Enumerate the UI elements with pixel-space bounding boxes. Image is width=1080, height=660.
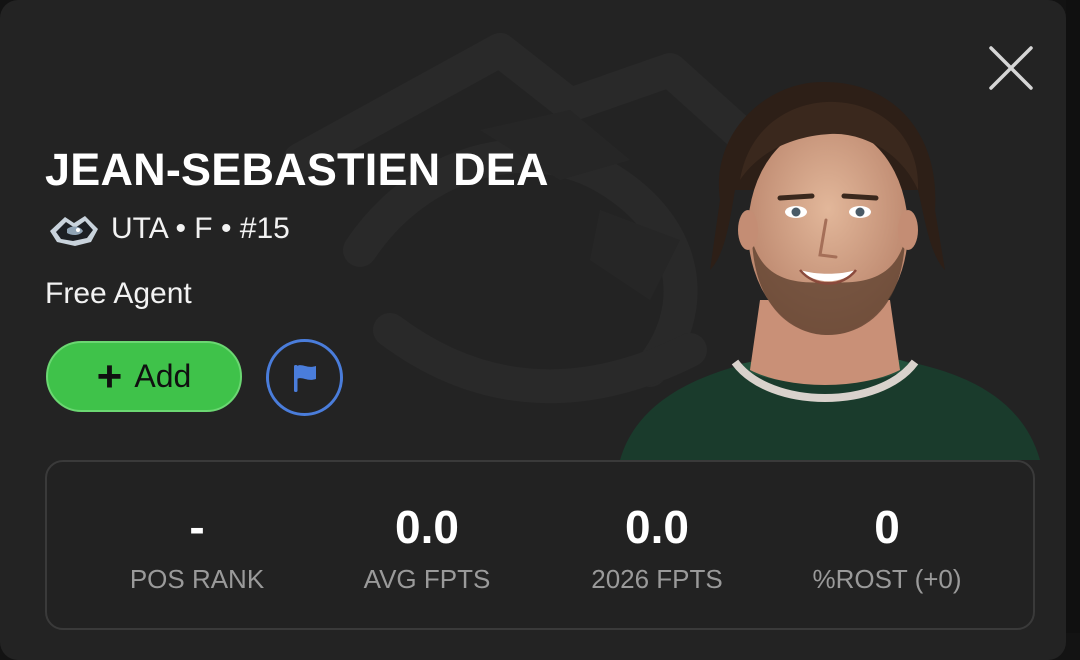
stat-label: 2026 FPTS bbox=[591, 564, 723, 594]
player-headshot bbox=[620, 81, 1040, 460]
add-button-label: Add bbox=[134, 358, 192, 394]
stat-value: 0.0 bbox=[625, 501, 689, 553]
stat-avg-fpts: 0.0 AVG FPTS bbox=[312, 462, 542, 632]
stat-label: %ROST (+0) bbox=[812, 564, 962, 594]
player-name: JEAN-SEBASTIEN DEA bbox=[45, 144, 549, 195]
roster-status: Free Agent bbox=[45, 277, 192, 310]
stat-value: - bbox=[189, 501, 205, 553]
team-info-line: UTA • F • #15 bbox=[47, 209, 290, 249]
stat-percent-rostered: 0 %ROST (+0) bbox=[772, 462, 1002, 632]
plus-icon: + bbox=[96, 351, 123, 401]
flag-button[interactable] bbox=[266, 339, 343, 416]
stat-value: 0 bbox=[874, 501, 900, 553]
stats-panel: - POS RANK 0.0 AVG FPTS 0.0 2026 FPTS 0 … bbox=[45, 460, 1035, 630]
stat-pos-rank: - POS RANK bbox=[82, 462, 312, 632]
player-card: JEAN-SEBASTIEN DEA UTA • F • #15 Free Ag… bbox=[0, 0, 1066, 660]
team-logo-icon bbox=[50, 216, 98, 246]
flag-icon bbox=[293, 364, 316, 392]
stat-label: POS RANK bbox=[129, 564, 265, 594]
stat-season-fpts: 0.0 2026 FPTS bbox=[542, 462, 772, 632]
stat-value: 0.0 bbox=[395, 501, 459, 553]
window-edge bbox=[1066, 0, 1080, 633]
add-player-button[interactable]: + Add bbox=[46, 341, 242, 412]
stat-label: AVG FPTS bbox=[363, 564, 491, 594]
team-position-number: UTA • F • #15 bbox=[111, 212, 290, 245]
